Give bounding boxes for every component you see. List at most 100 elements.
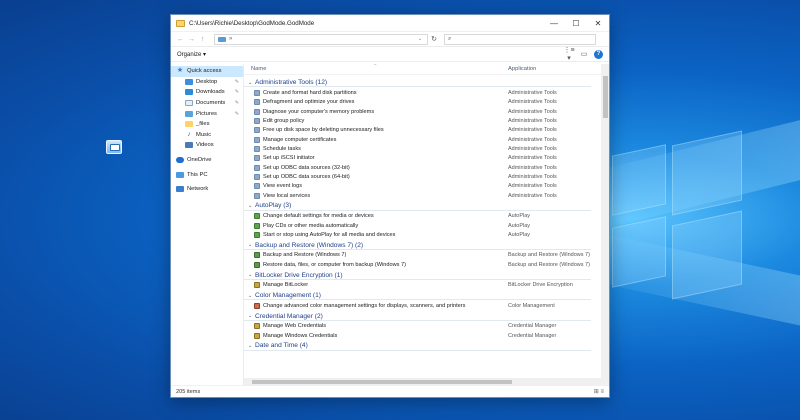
- group-header[interactable]: ⌄ Color Management (1): [244, 290, 609, 301]
- list-item[interactable]: Manage computer certificates Administrati…: [244, 135, 609, 144]
- logo-pane: [672, 210, 742, 300]
- list-item[interactable]: Start or stop using AutoPlay for all med…: [244, 230, 609, 239]
- up-button[interactable]: ↑: [197, 36, 208, 43]
- list-item[interactable]: Diagnose your computer's memory problems…: [244, 107, 609, 116]
- settings-item-icon: [254, 332, 260, 339]
- group-header[interactable]: ⌄ Credential Manager (2): [244, 310, 609, 321]
- group-divider: [244, 299, 591, 301]
- column-header-application[interactable]: Application: [508, 66, 536, 72]
- group-header[interactable]: ⌄ Administrative Tools (12): [244, 77, 609, 88]
- list-item[interactable]: Free up disk space by deleting unnecessa…: [244, 126, 609, 135]
- search-input[interactable]: ⌕: [444, 33, 596, 45]
- chevron-down-icon[interactable]: ⌄: [248, 293, 255, 299]
- settings-item-icon: [254, 145, 260, 152]
- nav-item-this-pc[interactable]: This PC: [171, 169, 243, 180]
- list-item[interactable]: Edit group policy Administrative Tools: [244, 116, 609, 125]
- item-name: Manage computer certificates: [263, 136, 337, 143]
- item-count: 205 items: [176, 388, 201, 395]
- view-toggle-buttons[interactable]: ⊞ ≡: [594, 388, 604, 395]
- list-item[interactable]: Manage Web Credentials Credential Manager: [244, 322, 609, 331]
- chevron-down-icon[interactable]: ⌄: [248, 242, 255, 248]
- item-application: Credential Manager: [508, 323, 557, 330]
- list-item[interactable]: View event logs Administrative Tools: [244, 182, 609, 191]
- item-name: Schedule tasks: [263, 145, 301, 152]
- group-header[interactable]: ⌄ BitLocker Drive Encryption (1): [244, 269, 609, 280]
- this-pc-icon: [176, 171, 184, 178]
- minimize-button[interactable]: —: [543, 15, 565, 32]
- chevron-down-icon[interactable]: ⌄: [248, 80, 255, 86]
- organize-button[interactable]: Organize ▾: [177, 51, 206, 58]
- chevron-down-icon[interactable]: ⌄: [248, 272, 255, 278]
- forward-button[interactable]: →: [186, 36, 197, 43]
- list-item[interactable]: Schedule tasks Administrative Tools: [244, 144, 609, 153]
- group-header[interactable]: ⌄ Backup and Restore (Windows 7) (2): [244, 240, 609, 251]
- list-item[interactable]: Manage BitLocker BitLocker Drive Encrypti…: [244, 281, 609, 290]
- settings-item-icon: [254, 136, 260, 143]
- list-item[interactable]: Change default settings for media or dev…: [244, 212, 609, 221]
- item-name: Restore data, files, or computer from ba…: [263, 261, 407, 268]
- preview-pane-button[interactable]: ▭: [578, 50, 590, 58]
- desktop-background: C:\Users\Richie\Desktop\GodMode.GodMode …: [0, 0, 800, 420]
- list-item[interactable]: Set up iSCSI initiator Administrative Too…: [244, 154, 609, 163]
- maximize-button[interactable]: ☐: [565, 15, 587, 32]
- music-icon: ♪: [187, 130, 191, 138]
- title-bar[interactable]: C:\Users\Richie\Desktop\GodMode.GodMode …: [171, 15, 609, 32]
- nav-item-quick-access[interactable]: ★ Quick access: [171, 66, 243, 77]
- nav-item-network[interactable]: Network: [171, 184, 243, 195]
- settings-item-icon: [254, 99, 260, 106]
- list-item[interactable]: Manage Windows Credentials Credential Man…: [244, 331, 609, 340]
- settings-item-icon: [254, 164, 260, 171]
- item-application: Credential Manager: [508, 332, 557, 339]
- nav-item-pictures[interactable]: Pictures ✎: [171, 108, 243, 119]
- list-item[interactable]: Defragment and optimize your drives Admin…: [244, 98, 609, 107]
- item-name: Free up disk space by deleting unnecessa…: [263, 127, 384, 134]
- chevron-down-icon[interactable]: ⌄: [416, 36, 424, 42]
- nav-item-downloads[interactable]: Downloads ✎: [171, 87, 243, 98]
- chevron-down-icon[interactable]: ⌄: [248, 313, 255, 319]
- nav-item-files[interactable]: _files: [171, 119, 243, 130]
- list-item[interactable]: Play CDs or other media automatically Aut…: [244, 221, 609, 230]
- item-application: Administrative Tools: [508, 99, 557, 106]
- nav-item-label: Downloads: [196, 89, 225, 96]
- back-button[interactable]: ←: [175, 36, 186, 43]
- settings-item-icon: [254, 323, 260, 330]
- view-options-button[interactable]: ⋮≡ ▾: [563, 46, 575, 62]
- nav-item-label: Videos: [196, 142, 214, 149]
- group-header[interactable]: ⌄ AutoPlay (3): [244, 200, 609, 211]
- group-label: Color Management (1): [255, 292, 324, 300]
- list-item[interactable]: Set up ODBC data sources (32-bit) Adminis…: [244, 163, 609, 172]
- group-divider: [244, 278, 591, 280]
- vertical-scrollbar[interactable]: [601, 64, 609, 385]
- godmode-desktop-icon[interactable]: [106, 140, 122, 154]
- chevron-down-icon[interactable]: ⌄: [248, 343, 255, 349]
- list-item[interactable]: Restore data, files, or computer from ba…: [244, 260, 609, 269]
- scrollbar-thumb[interactable]: [252, 379, 512, 384]
- group-label: Credential Manager (2): [255, 312, 326, 320]
- list-item[interactable]: Change advanced color management setting…: [244, 301, 609, 310]
- file-list: Name ^ Application ⌄ Administrative Tools…: [244, 64, 609, 385]
- list-item[interactable]: Backup and Restore (Windows 7) Backup and…: [244, 251, 609, 260]
- nav-item-music[interactable]: ♪ Music: [171, 130, 243, 141]
- nav-item-desktop[interactable]: Desktop ✎: [171, 77, 243, 88]
- horizontal-scrollbar[interactable]: [244, 378, 601, 385]
- help-icon[interactable]: ?: [594, 49, 603, 59]
- list-item[interactable]: Create and format hard disk partitions Ad…: [244, 88, 609, 97]
- nav-item-label: Pictures: [196, 110, 217, 117]
- settings-item-icon: [254, 127, 260, 134]
- scrollbar-thumb[interactable]: [602, 76, 608, 118]
- chevron-down-icon[interactable]: ⌄: [248, 203, 255, 209]
- settings-item-icon: [254, 117, 260, 124]
- nav-item-onedrive[interactable]: OneDrive: [171, 155, 243, 166]
- item-name: Set up ODBC data sources (64-bit): [263, 173, 350, 180]
- close-button[interactable]: ✕: [587, 15, 609, 32]
- nav-item-documents[interactable]: Documents ✎: [171, 98, 243, 109]
- group-header[interactable]: ⌄ Date and Time (4): [244, 340, 609, 351]
- column-header-name[interactable]: Name: [251, 66, 266, 72]
- list-item[interactable]: Set up ODBC data sources (64-bit) Adminis…: [244, 172, 609, 181]
- nav-item-videos[interactable]: Videos: [171, 140, 243, 151]
- content-area: ★ Quick access Desktop ✎ Downloads ✎ Doc…: [171, 64, 609, 385]
- refresh-button[interactable]: ↻: [428, 35, 440, 43]
- address-input[interactable]: » ⌄: [214, 33, 428, 45]
- videos-icon: [185, 142, 193, 149]
- list-item[interactable]: View local services Administrative Tools: [244, 191, 609, 200]
